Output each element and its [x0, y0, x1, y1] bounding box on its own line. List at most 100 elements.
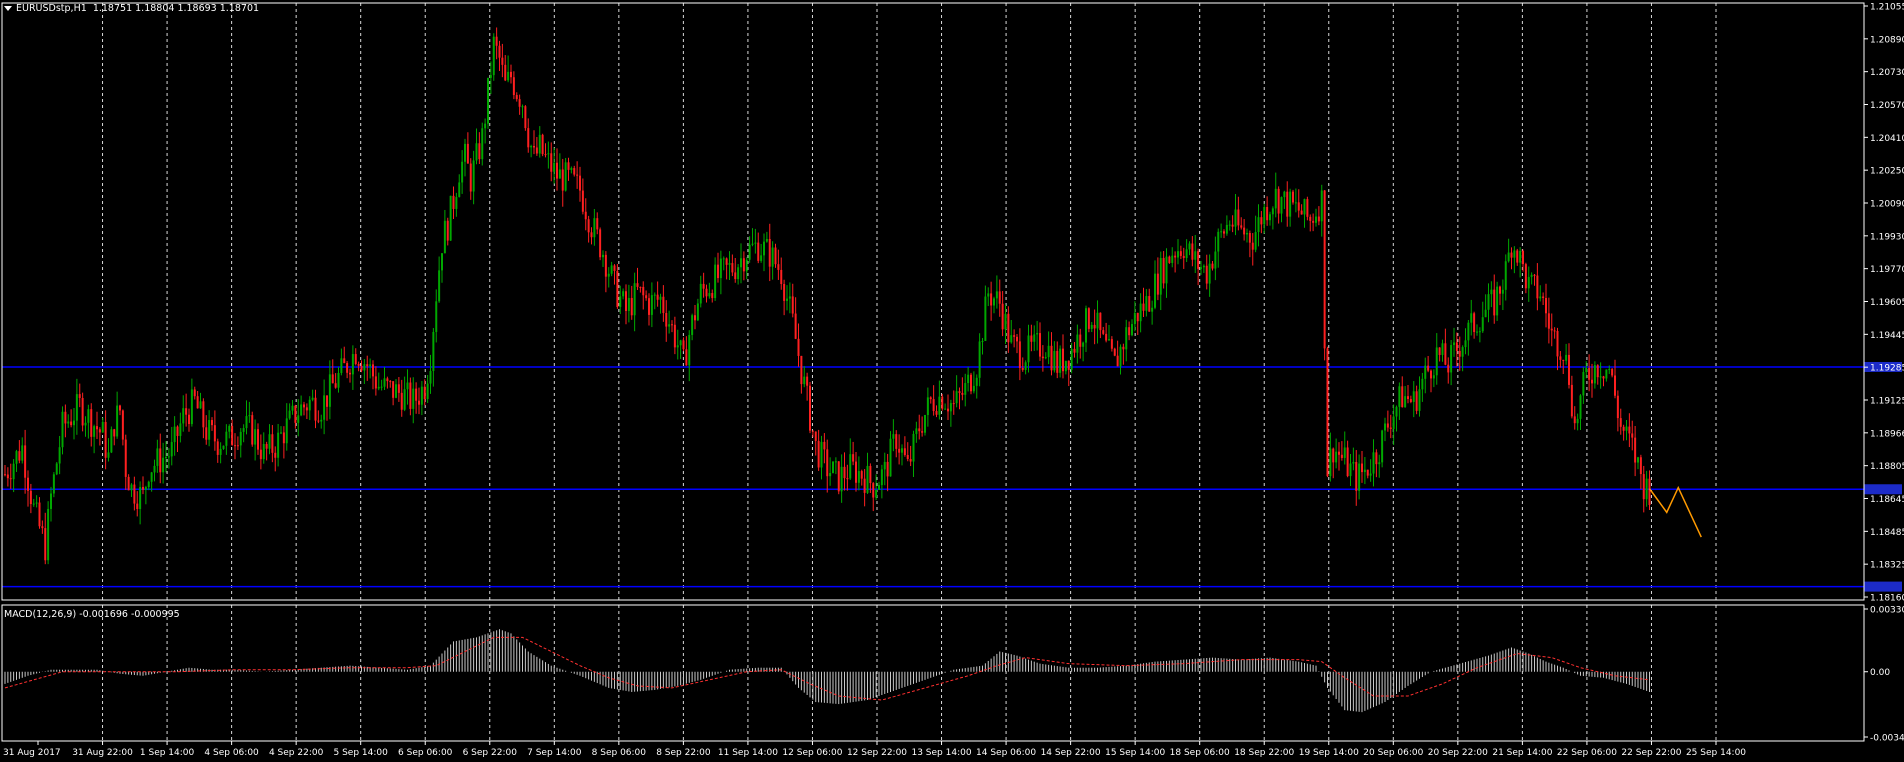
candle-body — [630, 297, 633, 316]
candle-body — [783, 284, 786, 301]
candle-body — [343, 358, 346, 364]
candle-body — [990, 293, 993, 306]
candle-body — [1375, 452, 1378, 465]
candle-body — [1470, 313, 1473, 323]
candle-body — [219, 448, 222, 455]
candle-body — [1381, 430, 1384, 463]
candle-body — [443, 220, 446, 254]
candle-body — [912, 433, 915, 462]
candle-body — [1473, 313, 1476, 333]
candle-body — [1070, 348, 1073, 370]
y-tick-label: 1.18805 — [1870, 462, 1904, 472]
price-chart[interactable]: 1.21055 1.20890 1.20730 1.20570 1.20410 1.202… — [0, 0, 1904, 762]
candle-body — [1562, 359, 1565, 361]
candle-body — [883, 461, 886, 470]
candle-body — [58, 447, 61, 464]
candle-body — [1619, 418, 1622, 427]
x-tick-label: 4 Sep 22:00 — [269, 748, 324, 758]
candle-body — [38, 502, 41, 527]
candle-body — [136, 503, 139, 509]
candle-body — [961, 392, 964, 395]
y-tick-label: 1.20410 — [1870, 134, 1904, 144]
candle-body — [1202, 265, 1205, 268]
candle-body — [268, 434, 271, 449]
macd-y-tick-label: 0.003302 — [1870, 606, 1904, 616]
candle-body — [231, 425, 234, 446]
candle-body — [527, 128, 530, 148]
candle-body — [645, 295, 648, 299]
candle-body — [691, 315, 694, 335]
candle-body — [581, 190, 584, 212]
candle-body — [524, 106, 527, 129]
candle-body — [1524, 264, 1527, 289]
candle-body — [274, 452, 277, 458]
candle-body — [144, 487, 147, 490]
candle-body — [1504, 261, 1507, 290]
candle-body — [829, 473, 832, 477]
candle-body — [98, 429, 101, 433]
candle-body — [1248, 232, 1251, 243]
candle-body — [47, 508, 50, 561]
candle-body — [1421, 378, 1424, 390]
candle-body — [1637, 457, 1639, 463]
candle-body — [1493, 289, 1496, 316]
candle-body — [843, 466, 846, 479]
candle-body — [803, 376, 806, 385]
candle-body — [1536, 275, 1539, 299]
candle-body — [90, 409, 93, 437]
candle-body — [1047, 345, 1050, 358]
candle-body — [374, 376, 377, 389]
candle-body — [1490, 289, 1493, 295]
candle-body — [771, 247, 774, 267]
x-tick-label: 20 Sep 06:00 — [1363, 748, 1423, 758]
candle-body — [369, 364, 372, 367]
candle-body — [1323, 190, 1326, 349]
candle-body — [116, 405, 119, 437]
candle-body — [357, 364, 360, 366]
candle-body — [205, 427, 208, 440]
x-tick-label: 8 Sep 06:00 — [592, 748, 647, 758]
candle-body — [1116, 355, 1119, 367]
candle-body — [415, 388, 418, 401]
candle-body — [633, 283, 636, 316]
candle-body — [860, 471, 863, 479]
candle-body — [489, 75, 492, 78]
candle-body — [832, 461, 834, 474]
candle-body — [288, 410, 291, 419]
candle-body — [1260, 217, 1263, 225]
candle-body — [748, 244, 751, 260]
candle-body — [855, 461, 857, 483]
candle-body — [1499, 286, 1501, 294]
level-tag — [1864, 484, 1902, 495]
candle-body — [1432, 375, 1435, 379]
candle-body — [1312, 220, 1315, 223]
candle-body — [659, 296, 662, 300]
candle-body — [1378, 462, 1381, 465]
candle-body — [1309, 216, 1312, 221]
candle-body — [1645, 478, 1648, 500]
candle-body — [504, 64, 507, 81]
candle-body — [162, 457, 165, 473]
candle-body — [682, 340, 685, 350]
candle-body — [538, 134, 541, 154]
candle-body — [1542, 296, 1545, 298]
candle-body — [167, 456, 170, 458]
candle-body — [1533, 274, 1536, 276]
candle-body — [1254, 232, 1257, 250]
y-tick-label: 1.19605 — [1870, 298, 1904, 308]
candle-body — [613, 265, 616, 271]
candle-body — [9, 478, 12, 480]
candle-body — [377, 386, 380, 389]
candle-body — [481, 128, 484, 160]
candle-body — [1021, 367, 1024, 370]
candle-body — [958, 391, 961, 393]
candle-body — [521, 106, 524, 108]
candle-body — [1013, 335, 1016, 337]
candle-body — [314, 397, 317, 421]
candle-body — [165, 457, 167, 459]
candle-body — [1412, 391, 1415, 402]
candle-body — [604, 254, 607, 277]
candle-body — [889, 438, 892, 477]
candle-body — [622, 291, 625, 297]
candle-body — [1573, 416, 1576, 424]
